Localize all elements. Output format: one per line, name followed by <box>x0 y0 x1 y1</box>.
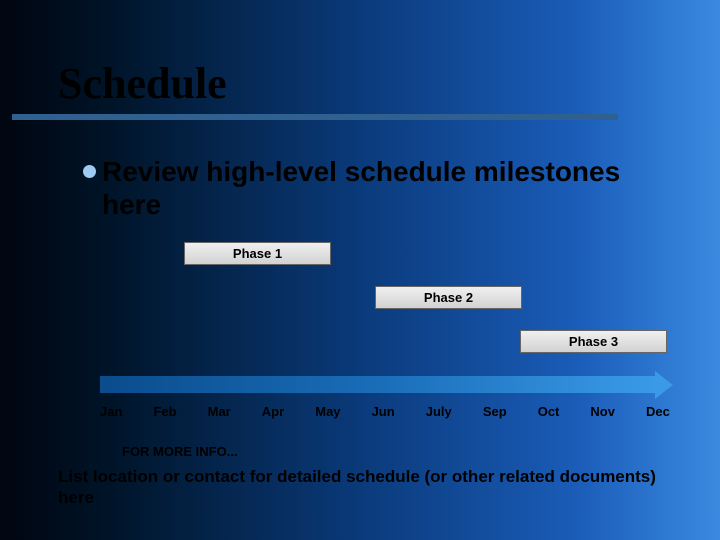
month-label: Feb <box>153 404 176 419</box>
month-label: Jan <box>100 404 122 419</box>
phase-1-box: Phase 1 <box>184 242 331 265</box>
phase-2-box: Phase 2 <box>375 286 522 309</box>
phase-3-box: Phase 3 <box>520 330 667 353</box>
bullet-row: Review high-level schedule milestones he… <box>83 155 632 221</box>
month-label: Nov <box>590 404 615 419</box>
title-underline <box>12 114 618 120</box>
more-info-label: FOR MORE INFO... <box>122 444 238 459</box>
bullet-text: Review high-level schedule milestones he… <box>102 155 632 221</box>
month-label: Apr <box>262 404 284 419</box>
month-label: Jun <box>372 404 395 419</box>
month-label: May <box>315 404 340 419</box>
timeline-arrow-head-icon <box>655 371 673 399</box>
month-label: Sep <box>483 404 507 419</box>
more-info-text: List location or contact for detailed sc… <box>58 466 668 509</box>
timeline-arrow-bar <box>100 376 655 393</box>
month-label: Oct <box>538 404 560 419</box>
month-label: Dec <box>646 404 670 419</box>
bullet-icon <box>83 165 96 178</box>
months-row: Jan Feb Mar Apr May Jun July Sep Oct Nov… <box>100 404 670 419</box>
month-label: July <box>426 404 452 419</box>
month-label: Mar <box>208 404 231 419</box>
slide-title: Schedule <box>58 58 227 109</box>
